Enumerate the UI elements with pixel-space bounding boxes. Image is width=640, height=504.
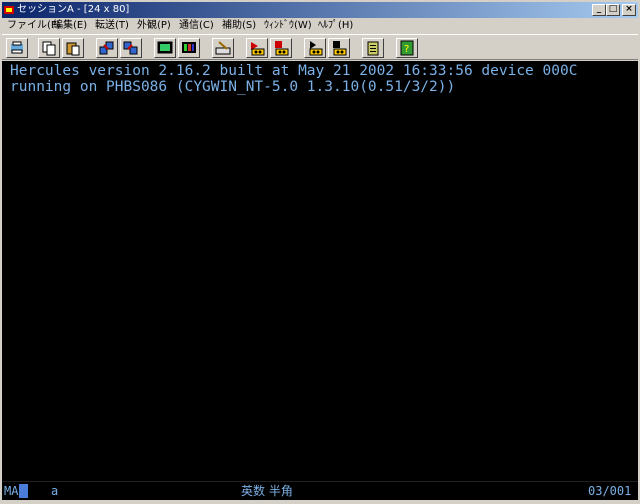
menu-bar: ファイル(F) 編集(E) 転送(T) 外観(P) 通信(C) 補助(S) ｳｨ… xyxy=(2,18,638,33)
copy-icon xyxy=(42,41,56,56)
color-setup-button[interactable] xyxy=(178,38,200,58)
maximize-button[interactable]: □ xyxy=(606,4,620,16)
help-icon: ? xyxy=(400,40,414,56)
terminal-line-1: Hercules version 2.16.2 built at May 21 … xyxy=(10,63,578,79)
keyboard-map-icon xyxy=(215,41,231,55)
terminal-line-2: running on PHBS086 (CYGWIN_NT-5.0 1.3.10… xyxy=(10,79,456,95)
toolbar: ? xyxy=(2,34,638,60)
display-setup-icon xyxy=(157,41,173,54)
copy-button[interactable] xyxy=(38,38,60,58)
app-icon xyxy=(4,6,14,14)
menu-transfer[interactable]: 転送(T) xyxy=(95,18,129,33)
menu-communication[interactable]: 通信(C) xyxy=(179,18,214,33)
macro-stop-icon xyxy=(275,41,289,56)
menu-assist[interactable]: 補助(S) xyxy=(222,18,256,33)
menu-window[interactable]: ｳｨﾝﾄﾞｳ(W) xyxy=(264,18,312,33)
print-screen-icon xyxy=(11,41,23,54)
mode-indicator: MA xyxy=(4,484,19,498)
close-button[interactable]: × xyxy=(622,4,636,16)
receive-file-button[interactable] xyxy=(120,38,142,58)
macro-pause-button[interactable] xyxy=(328,38,350,58)
help-button[interactable]: ? xyxy=(396,38,418,58)
paste-icon xyxy=(66,42,80,56)
menu-edit[interactable]: 編集(E) xyxy=(53,18,87,33)
paste-button[interactable] xyxy=(62,38,84,58)
display-setup-button[interactable] xyxy=(154,38,176,58)
macro-pause-icon xyxy=(333,41,347,56)
menu-help[interactable]: ﾍﾙﾌﾟ(H) xyxy=(318,18,353,33)
input-mode-indicator: 英数 半角 xyxy=(241,484,293,498)
connection-indicator: a xyxy=(51,484,59,498)
receive-file-icon xyxy=(123,41,138,55)
macro-stop-button[interactable] xyxy=(270,38,292,58)
terminal-screen[interactable]: Hercules version 2.16.2 built at May 21 … xyxy=(2,61,638,481)
emulator-window: セッションA - [24 x 80] _ □ × ファイル(F) 編集(E) 転… xyxy=(0,0,640,504)
macro-record-button[interactable] xyxy=(246,38,268,58)
keyboard-map-button[interactable] xyxy=(212,38,234,58)
operator-info-area: MA a 英数 半角 03/001 xyxy=(2,481,638,500)
clipboard-icon xyxy=(367,41,379,56)
title-bar[interactable]: セッションA - [24 x 80] _ □ × xyxy=(2,2,638,18)
send-file-button[interactable] xyxy=(96,38,118,58)
minimize-button[interactable]: _ xyxy=(592,4,606,16)
status-cursor-block xyxy=(19,484,28,498)
color-setup-icon xyxy=(182,42,196,53)
svg-text:?: ? xyxy=(404,44,409,55)
macro-record-icon xyxy=(251,42,265,56)
window-title: セッションA - [24 x 80] xyxy=(17,4,130,15)
macro-play-button[interactable] xyxy=(304,38,326,58)
print-screen-button[interactable] xyxy=(6,38,28,58)
macro-play-icon xyxy=(309,41,323,56)
menu-appearance[interactable]: 外観(P) xyxy=(137,18,171,33)
clipboard-button[interactable] xyxy=(362,38,384,58)
send-file-icon xyxy=(99,41,114,55)
cursor-position: 03/001 xyxy=(588,484,632,498)
